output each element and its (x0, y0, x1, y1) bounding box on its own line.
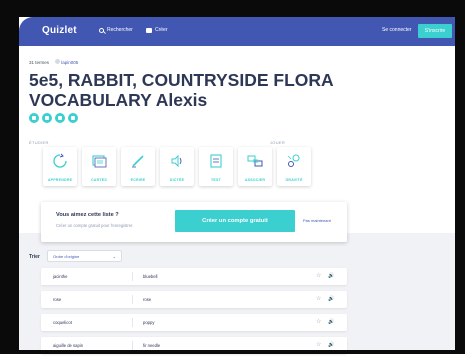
chevron-down-icon: ⌄ (112, 254, 116, 259)
mode-spell[interactable]: DICTÉE (160, 147, 194, 186)
term-row: coquelicot poppy ☆ 🔊 (41, 314, 347, 331)
term-row: jacinthe bluebell ☆ 🔊 (41, 268, 347, 285)
terms-list: jacinthe bluebell ☆ 🔊 rose rose ☆ 🔊 coqu… (41, 268, 347, 360)
mode-label: GRAVITÉ (285, 178, 303, 182)
definition-text: rose (143, 297, 152, 302)
term-count: 31 termes (29, 59, 50, 65)
quizlet-logo[interactable]: Quizlet (42, 25, 77, 36)
match-icon (247, 155, 263, 167)
mode-gravity[interactable]: GRAVITÉ (277, 147, 311, 186)
test-icon (210, 154, 222, 168)
term-text: jacinthe (53, 274, 68, 279)
write-icon (132, 155, 144, 168)
term-text: rose (53, 297, 62, 302)
sort-dropdown[interactable]: Ordre d'origine ⌄ (47, 250, 122, 262)
spell-icon (171, 154, 182, 168)
share-icon[interactable] (42, 113, 52, 123)
flashcards-icon (92, 155, 107, 168)
speaker-icon[interactable]: 🔊 (328, 342, 334, 348)
mode-label: ÉCRIRE (130, 178, 146, 182)
mode-label: APPRENDRE (47, 178, 73, 182)
study-modes: APPRENDRE CARTES ÉCRIRE DICTÉE TEST ASSO… (43, 147, 311, 186)
speaker-icon[interactable]: 🔊 (328, 319, 334, 325)
row-divider (132, 318, 133, 327)
definition-text: fir needle (143, 343, 161, 348)
mode-test[interactable]: TEST (199, 147, 233, 186)
login-link[interactable]: Se connecter (382, 27, 411, 33)
device-bezel-top (0, 0, 465, 17)
definition-text: poppy (143, 320, 155, 325)
definition-text: bluebell (143, 274, 158, 279)
speaker-icon[interactable]: 🔊 (328, 296, 334, 302)
breadcrumb: 31 termes lapin005 (29, 59, 78, 65)
row-divider (132, 295, 133, 304)
row-divider (132, 272, 133, 281)
term-row: rose rose ☆ 🔊 (41, 291, 347, 308)
create-set-icon (146, 27, 152, 33)
signup-prompt-subtitle: Créer un compte gratuit pour l'enregistr… (56, 223, 134, 228)
term-text: coquelicot (53, 320, 72, 325)
avatar (55, 59, 61, 64)
create-account-button[interactable]: Créer un compte gratuit (175, 210, 295, 232)
mode-label: ASSOCIER (244, 178, 266, 182)
signup-prompt-card: Vous aimez cette liste ? Créer un compte… (41, 202, 347, 242)
search-label: Rechercher (107, 27, 133, 33)
search-icon (99, 27, 104, 33)
author-link[interactable]: lapin005 (55, 59, 78, 65)
mode-flashcards[interactable]: CARTES (82, 147, 116, 186)
create-label: Créer (155, 27, 168, 33)
device-bezel-left (0, 0, 19, 354)
sort-label: Trier (29, 254, 40, 260)
device-bezel-bottom (0, 350, 465, 354)
device-bezel-right (455, 0, 465, 354)
star-icon[interactable]: ☆ (316, 341, 321, 348)
mode-write[interactable]: ÉCRIRE (121, 147, 155, 186)
mode-learn[interactable]: APPRENDRE (43, 147, 77, 186)
signup-prompt-question: Vous aimez cette liste ? (56, 212, 119, 218)
star-icon[interactable]: ☆ (316, 318, 321, 325)
learn-icon (53, 153, 67, 168)
search-button[interactable]: Rechercher (99, 27, 133, 33)
top-navigation-bar: Quizlet Rechercher Créer Se connecter S'… (19, 17, 455, 46)
mode-match[interactable]: ASSOCIER (238, 147, 272, 186)
term-text: aiguille de sapin (53, 343, 84, 348)
add-to-folder-icon[interactable] (29, 113, 39, 123)
play-section-label: JOUER (270, 140, 286, 145)
info-icon[interactable] (55, 113, 65, 123)
more-icon[interactable] (68, 113, 78, 123)
row-divider (132, 341, 133, 350)
mode-label: TEST (211, 178, 221, 182)
set-actions (29, 113, 78, 123)
author-name[interactable]: lapin005 (61, 60, 78, 65)
star-icon[interactable]: ☆ (316, 295, 321, 302)
mode-label: CARTES (91, 178, 107, 182)
mode-label: DICTÉE (169, 178, 185, 182)
create-button[interactable]: Créer (146, 27, 168, 33)
not-now-link[interactable]: Pas maintenant (303, 218, 331, 223)
gravity-icon (287, 154, 300, 167)
star-icon[interactable]: ☆ (316, 272, 321, 279)
study-section-label: ÉTUDIER (29, 140, 49, 145)
signup-button[interactable]: S'inscrire (418, 24, 452, 38)
speaker-icon[interactable]: 🔊 (328, 273, 334, 279)
set-title: 5e5, RABBIT, COUNTRYSIDE FLORA VOCABULAR… (29, 70, 334, 110)
sort-selected-value: Ordre d'origine (53, 254, 80, 259)
